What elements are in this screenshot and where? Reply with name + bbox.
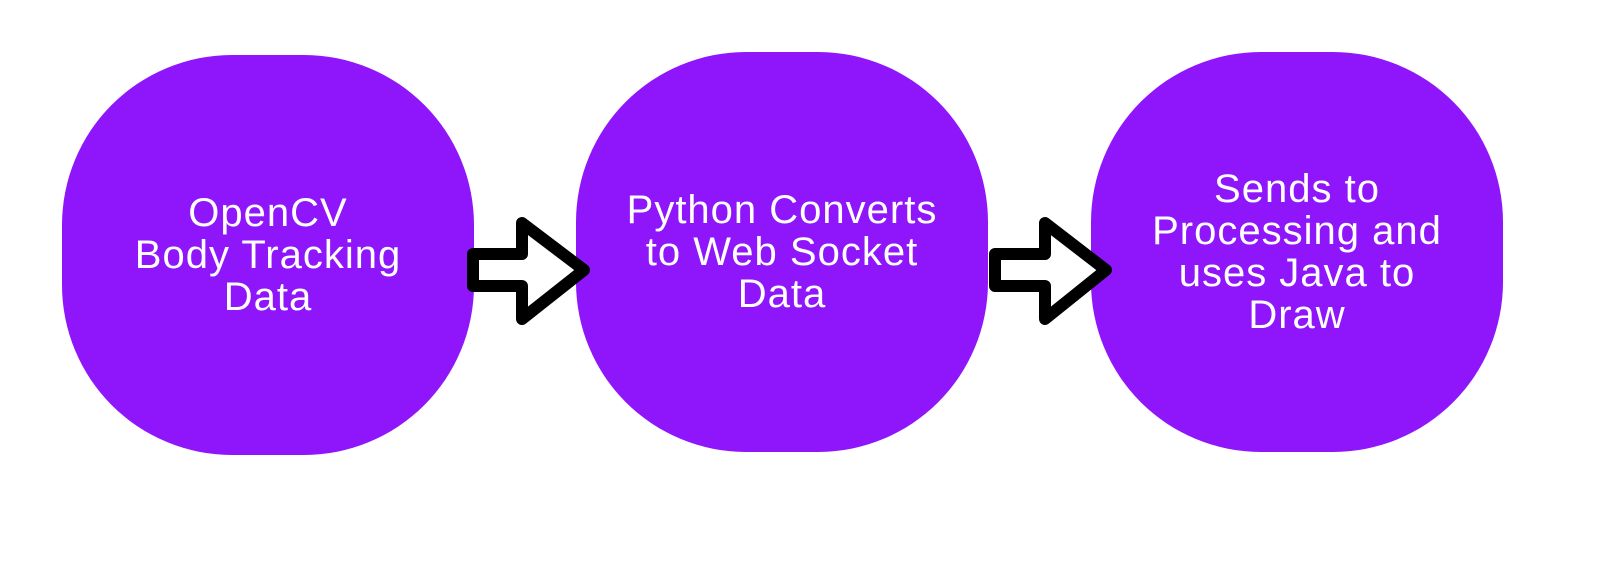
- arrow-right-icon: [989, 217, 1112, 325]
- arrow-right-icon: [467, 217, 590, 325]
- arrows-layer: [467, 217, 1112, 325]
